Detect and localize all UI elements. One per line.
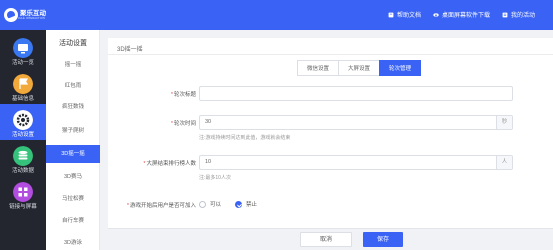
breadcrumb-divider (108, 54, 553, 55)
breadcrumb: 3D摇一摇 (117, 47, 143, 53)
nav-label-activity-settings: 活动设置 (11, 132, 34, 138)
subnav-item-bicycle-race[interactable]: 自行车赛 (46, 212, 100, 230)
late-join-radio-group: 可以 禁止 (199, 200, 257, 208)
grid-icon (13, 182, 33, 202)
required-mark: * (170, 92, 173, 98)
required-mark: * (126, 203, 129, 209)
nav-item-links-screens[interactable]: 链接与屏幕 (0, 176, 46, 212)
late-join-forbid-label[interactable]: 禁止 (246, 200, 257, 208)
subnav-item-count-money[interactable]: 疯狂数钱 (46, 98, 100, 116)
subnav-title: 活动设置 (59, 40, 87, 47)
late-join-forbid-radio[interactable] (235, 200, 243, 208)
nav-label-basic-info: 基础信息 (11, 96, 34, 102)
rank-count-input[interactable]: 10 人 (199, 155, 513, 170)
rank-count-unit: 人 (496, 156, 512, 169)
subnav-item-shake[interactable]: 摇一摇 (46, 56, 100, 74)
desktop-download-link[interactable]: 桌面屏幕软件下载 (433, 10, 490, 19)
subnav-item-red-packet-rain[interactable]: 红包雨 (46, 77, 100, 95)
form-row-rank-count: *大屏结束排行榜人数 10 人 注:最多10人次 (108, 155, 553, 185)
main-content: 3D摇一摇 微信设置 大屏设置 轮次管理 *轮次标题 *轮次时间 30 秒 注:… (108, 38, 553, 250)
monitor-icon (13, 38, 33, 58)
nav-label-links-screens: 链接与屏幕 (9, 204, 37, 210)
form-footer: 取消 保存 (108, 228, 553, 250)
my-activities-link[interactable]: 我的活动 (502, 10, 535, 19)
help-docs-label: 帮助文档 (396, 13, 421, 19)
subnav-item-marathon[interactable]: 马拉松赛 (46, 190, 100, 208)
round-title-label-text: 轮次标题 (173, 92, 196, 98)
rank-count-label: *大屏结束排行榜人数 (108, 159, 196, 167)
my-activities-label: 我的活动 (510, 13, 535, 19)
settings-subnav: 活动设置 摇一摇 红包雨 疯狂数钱 猴子爬树 3D摇一摇 3D赛马 马拉松赛 自… (46, 30, 100, 250)
round-title-label: *轮次标题 (108, 90, 196, 98)
brand-subtitle: JULE INTERACTION (18, 17, 45, 20)
nav-item-activity-data[interactable]: 活动数据 (0, 140, 46, 176)
subnav-item-3d-horse-race[interactable]: 3D赛马 (46, 168, 100, 186)
round-time-label-text: 轮次时间 (173, 121, 196, 127)
help-docs-link[interactable]: 帮助文档 (388, 10, 421, 19)
round-time-value: 30 (205, 119, 212, 125)
settings-tabs: 微信设置 大屏设置 轮次管理 (297, 60, 422, 76)
database-icon (13, 146, 33, 166)
flag-icon (13, 74, 33, 94)
subnav-item-3d-swim[interactable]: 3D游泳 (46, 234, 100, 250)
round-time-label: *轮次时间 (108, 119, 196, 127)
cloud-download-icon (433, 12, 439, 17)
form-row-late-join: *游戏开始后用户是否可加入 可以 禁止 (108, 198, 553, 212)
required-mark: * (170, 121, 173, 127)
logo-mark-icon (4, 8, 18, 22)
round-time-hint: 注:游戏持续时间达到此值，游戏就会结束 (199, 135, 291, 141)
late-join-allow-radio[interactable] (199, 200, 206, 208)
nav-label-overview: 活动一览 (11, 60, 34, 66)
cancel-button[interactable]: 取消 (300, 232, 352, 247)
nav-item-activity-settings[interactable]: 活动设置 (0, 104, 46, 140)
main-sidebar: 活动一览 基础信息 活动设置 活动数据 链接与屏幕 (0, 30, 46, 250)
subnav-item-monkey-climb[interactable]: 猴子爬树 (46, 122, 100, 140)
rank-count-label-text: 大屏结束排行榜人数 (146, 161, 196, 167)
round-time-input[interactable]: 30 秒 (199, 115, 513, 130)
save-button[interactable]: 保存 (363, 232, 403, 247)
header-links: 帮助文档 桌面屏幕软件下载 我的活动 (388, 10, 535, 19)
subnav-item-3d-shake[interactable]: 3D摇一摇 (46, 145, 100, 163)
form-row-round-time: *轮次时间 30 秒 注:游戏持续时间达到此值，游戏就会结束 (108, 115, 553, 145)
tab-wechat-settings[interactable]: 微信设置 (297, 60, 340, 76)
list-icon (502, 12, 508, 17)
nav-item-basic-info[interactable]: 基础信息 (0, 68, 46, 104)
late-join-label-text: 游戏开始后用户是否可加入 (129, 203, 196, 209)
form-row-round-title: *轮次标题 (108, 86, 553, 102)
top-header: 聚乐互动 JULE INTERACTION 帮助文档 桌面屏幕软件下载 我的活动 (0, 0, 553, 30)
nav-item-overview[interactable]: 活动一览 (0, 32, 46, 68)
rank-count-value: 10 (205, 159, 212, 165)
round-title-input[interactable] (199, 86, 513, 101)
late-join-label: *游戏开始后用户是否可加入 (108, 201, 196, 209)
rank-count-hint: 注:最多10人次 (199, 175, 231, 181)
gear-icon (13, 110, 33, 130)
brand-name: 聚乐互动 (20, 10, 46, 17)
late-join-allow-label[interactable]: 可以 (210, 200, 221, 208)
round-time-unit: 秒 (496, 116, 512, 129)
tab-screen-settings[interactable]: 大屏设置 (338, 60, 381, 76)
brand-logo[interactable]: 聚乐互动 JULE INTERACTION (4, 4, 46, 26)
book-icon (388, 12, 394, 17)
desktop-download-label: 桌面屏幕软件下载 (441, 13, 490, 19)
tab-round-management[interactable]: 轮次管理 (379, 60, 422, 76)
nav-label-activity-data: 活动数据 (11, 168, 34, 174)
